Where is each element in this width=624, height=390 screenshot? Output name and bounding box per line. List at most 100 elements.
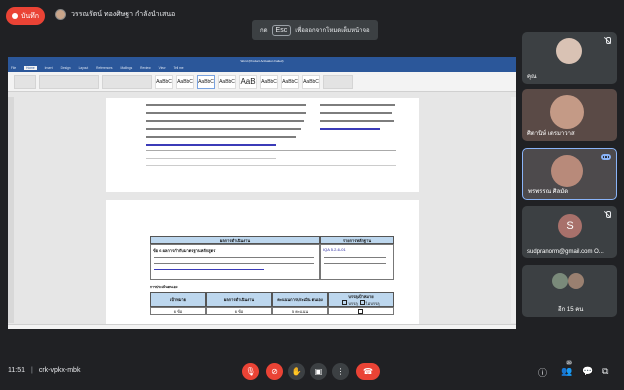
ribbon-tab: Tell me: [173, 66, 184, 70]
style-box: AaBbC: [260, 74, 278, 89]
camera-toggle-button[interactable]: ⊘: [266, 363, 283, 380]
participant-tile-speaking[interactable]: พรพรรณ ศิลมัด: [522, 148, 617, 200]
vertical-scrollbar: [511, 97, 516, 323]
text-line: [146, 158, 276, 159]
hang-up-icon: ☎: [363, 367, 373, 376]
present-icon: ▣: [314, 367, 323, 376]
text-line: [154, 269, 264, 270]
document-page-2: ผลการดำเนินงาน รายการหลักฐาน ข้อ 6 ผลการ…: [106, 200, 419, 326]
participant-count-badge: 20: [566, 360, 573, 365]
mic-off-icon: 🎙: [245, 367, 256, 376]
separator: |: [31, 367, 33, 374]
raise-hand-button[interactable]: ✋: [288, 363, 305, 380]
table-cell-title: ข้อ 6 ผลการกำกับมาตรฐานหลักสูตร: [150, 244, 320, 280]
text-line: [320, 128, 380, 130]
more-participants-tile[interactable]: อีก 15 คน: [522, 265, 617, 317]
presenter-avatar: [55, 9, 66, 20]
ribbon-tab: File: [11, 66, 17, 70]
text-line: [146, 112, 306, 114]
ribbon-tab: Design: [60, 66, 71, 70]
participant-name: ศิตานิษ์ เดรมาวาส: [527, 131, 575, 137]
text-line: [320, 120, 394, 122]
people-icon[interactable]: 👥: [561, 366, 572, 377]
participant-tile-self[interactable]: คุณ: [522, 32, 617, 84]
hand-icon: ✋: [291, 367, 302, 376]
more-options-icon[interactable]: [601, 154, 611, 160]
info-icon[interactable]: ⓘ: [538, 366, 547, 379]
achieved-option: บรรลุ: [342, 299, 358, 307]
mic-off-icon: [604, 211, 611, 218]
assess-header-achieved: บรรลุเป้าหมาย บรรลุ ไม่บรรลุ: [328, 292, 394, 307]
text-line: [146, 144, 276, 146]
meeting-info: 11:51 | crk-vpkx-mbk: [8, 367, 80, 374]
record-button[interactable]: บันทึก: [6, 7, 45, 25]
fullscreen-toast: กด Esc เพื่อออกจากโหมดเต็มหน้าจอ: [252, 20, 378, 40]
text-line: [154, 257, 314, 258]
record-label: บันทึก: [20, 12, 40, 20]
participant-thumb: [552, 273, 568, 289]
assess-value-score: 5 คะแนน: [272, 307, 328, 315]
participant-video: [550, 95, 584, 129]
mic-toggle-button[interactable]: 🎙: [242, 363, 259, 380]
assess-value-target: 6 ข้อ: [150, 307, 206, 315]
chat-icon[interactable]: 💬: [582, 366, 593, 377]
ribbon-tab: Insert: [44, 66, 53, 70]
more-vert-icon: ⋮: [336, 367, 345, 376]
esc-key: Esc: [271, 24, 292, 36]
ribbon-tab: Mailings: [120, 66, 133, 70]
assess-header-result: ผลการดำเนินงาน: [206, 292, 272, 307]
activities-icon[interactable]: ⧉: [602, 366, 608, 377]
table-cell-evidence: IQA 5.2-6-01: [320, 244, 394, 280]
shared-screen: Word (Product Activation Failed) File Ho…: [8, 57, 516, 329]
presenter-name: วรรณรัตน์ ทองศิษฐา กำลังนำเสนอ: [71, 11, 176, 18]
text-line: [324, 263, 386, 264]
participant-thumb: [568, 273, 584, 289]
checkbox-icon: [359, 299, 365, 305]
camera-off-icon: ⊘: [271, 367, 278, 376]
ribbon-tab: Review: [140, 66, 151, 70]
style-box: AaBbC: [176, 74, 194, 89]
table-header-result: ผลการดำเนินงาน: [150, 236, 320, 244]
table-header-evidence: รายการหลักฐาน: [320, 236, 394, 244]
table-border: [146, 165, 396, 166]
ribbon-tab: Layout: [78, 66, 89, 70]
ribbon-tabs: File Home Insert Design Layout Reference…: [8, 64, 516, 72]
assess-header-achieved-label: บรรลุเป้าหมาย: [348, 293, 374, 299]
clipboard-group: [14, 74, 36, 89]
editing-group: [323, 74, 353, 89]
ribbon-toolbar: AaBbC AaBbC AaBbC AaBbC AaB AaBbC AaBbC …: [8, 72, 516, 92]
participant-name: sudpranorm@gmail.com O...: [527, 249, 604, 255]
presenter-indicator: วรรณรัตน์ ทองศิษฐา กำลังนำเสนอ: [55, 9, 175, 20]
not-achieved-option: ไม่บรรลุ: [359, 299, 380, 307]
more-options-button[interactable]: ⋮: [332, 363, 349, 380]
leave-call-button[interactable]: ☎: [356, 363, 380, 380]
participant-tile[interactable]: ศิตานิษ์ เดรมาวาส: [522, 89, 617, 141]
word-title: Word (Product Activation Failed): [240, 58, 284, 63]
word-titlebar: Word (Product Activation Failed): [8, 57, 516, 64]
text-line: [146, 104, 306, 106]
more-participants-label: อีก 15 คน: [558, 307, 584, 313]
ribbon-tab: View: [158, 66, 166, 70]
toast-suffix: เพื่อออกจากโหมดเต็มหน้าจอ: [295, 28, 370, 34]
checkbox-checked-icon: [358, 308, 363, 314]
font-group: [39, 74, 99, 89]
achieved-label: บรรลุ: [348, 300, 358, 306]
assess-header-score: คะแนนการประเมิน ตนเอง: [272, 292, 328, 307]
navigation-pane: [8, 97, 14, 323]
paragraph-group: [102, 74, 152, 89]
style-box: AaBbC: [302, 74, 320, 89]
participant-tile[interactable]: S sudpranorm@gmail.com O...: [522, 206, 617, 258]
text-line: [320, 112, 392, 114]
present-button[interactable]: ▣: [310, 363, 327, 380]
participant-video: [551, 155, 583, 187]
assess-value-result: 6 ข้อ: [206, 307, 272, 315]
current-time: 11:51: [8, 367, 25, 374]
assess-header-target: เป้าหมาย: [150, 292, 206, 307]
text-line: [146, 136, 296, 138]
record-dot-icon: [11, 13, 18, 19]
participant-name: คุณ: [527, 74, 537, 80]
text-line: [320, 104, 395, 106]
toast-prefix: กด: [260, 28, 268, 34]
assessment-title: การประเมินตนเอง: [150, 285, 178, 289]
assess-value-achieved: [328, 307, 394, 315]
